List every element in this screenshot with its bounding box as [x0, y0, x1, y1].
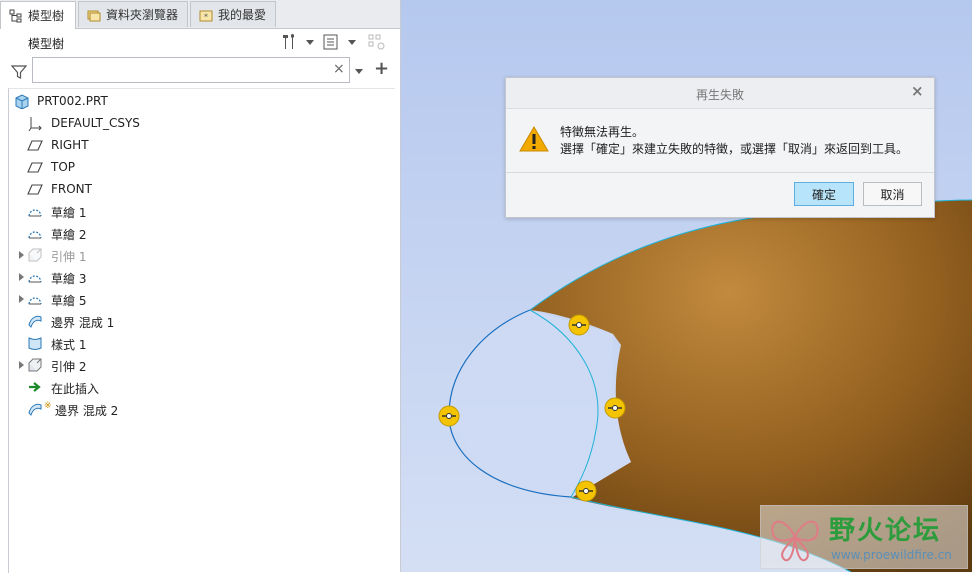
tree-item-label: 在此插入 [51, 382, 100, 396]
sketch-icon [28, 297, 42, 305]
style-icon [28, 337, 42, 350]
regeneration-failure-dialog: 再生失敗 × 特徵無法再生。 選擇「確定」來建立失敗的特徵，或選擇「取消」來返回… [505, 77, 935, 218]
ok-button[interactable]: 確定 [794, 182, 854, 206]
tree-item[interactable]: 邊界 混成 1 [9, 310, 389, 332]
expand-arrow-icon[interactable] [19, 361, 24, 369]
sketch-icon [28, 231, 42, 239]
datum-plane-icon [27, 162, 43, 173]
tree-item[interactable]: 草繪 5 [9, 288, 389, 310]
tree-item-label: 邊界 混成 2 [55, 404, 119, 418]
tree-item[interactable]: PRT002.PRT [9, 90, 389, 112]
clear-icon[interactable]: × [333, 62, 345, 76]
tree-item[interactable]: 引伸 2 [9, 354, 389, 376]
watermark-url: www.proewildfire.cn [831, 548, 952, 562]
list-icon[interactable] [322, 33, 340, 51]
model-tree-panel: 模型樹 資料夾瀏覽器 * 我的最愛 模型樹 × + PRT002.PRT DEF… [0, 0, 401, 573]
tree-item-label: TOP [51, 160, 76, 174]
butterfly-logo-icon [771, 520, 819, 562]
insert-here-icon [29, 382, 41, 392]
extrude-icon [28, 248, 42, 262]
dialog-divider [506, 172, 934, 173]
tree-item[interactable]: TOP [9, 156, 389, 178]
tree-item-label: 引伸 1 [51, 250, 87, 264]
tree-item-label: 引伸 2 [51, 360, 87, 374]
search-input[interactable] [32, 57, 350, 83]
filter-icon[interactable] [11, 64, 27, 80]
tree-toolbar: 模型樹 [0, 28, 400, 56]
sketch-icon [28, 209, 42, 217]
drag-handle[interactable] [568, 314, 590, 336]
tree-item[interactable]: 在此插入 [9, 376, 389, 398]
drag-handle[interactable] [604, 397, 626, 419]
datum-plane-icon [27, 140, 43, 151]
tree-item[interactable]: ※ 邊界 混成 2 [9, 398, 389, 420]
tree-item-label: 草繪 5 [51, 294, 87, 308]
tab-model-tree[interactable]: 模型樹 [0, 1, 76, 29]
tree-icon [9, 9, 22, 22]
tree-filter-icon[interactable] [368, 33, 386, 51]
add-icon[interactable]: + [374, 60, 389, 78]
tools-icon[interactable] [280, 33, 298, 51]
drag-handle[interactable] [575, 480, 597, 502]
part-icon [15, 94, 29, 109]
tab-favorites[interactable]: * 我的最愛 [190, 1, 276, 27]
tree-item-label: 邊界 混成 1 [51, 316, 115, 330]
search-row: × + [0, 56, 400, 86]
tab-folder-browser[interactable]: 資料夾瀏覽器 [78, 1, 188, 27]
drag-handle[interactable] [438, 405, 460, 427]
cancel-button[interactable]: 取消 [863, 182, 922, 206]
csys-icon [28, 117, 42, 131]
dialog-message-line1: 特徵無法再生。 [560, 125, 645, 139]
tab-label: 資料夾瀏覽器 [106, 8, 179, 22]
svg-text:*: * [204, 12, 208, 21]
show-dropdown-arrow[interactable] [348, 40, 356, 45]
failed-marker-icon: ※ [44, 401, 52, 411]
close-icon[interactable]: × [911, 84, 924, 99]
tree-item-label: PRT002.PRT [37, 94, 108, 108]
expand-arrow-icon[interactable] [19, 251, 24, 259]
tree-item-label: 樣式 1 [51, 338, 87, 352]
tree-item-label: 草繪 1 [51, 206, 87, 220]
tab-label: 我的最愛 [218, 8, 267, 22]
dialog-title: 再生失敗 [695, 88, 744, 102]
settings-dropdown-arrow[interactable] [306, 40, 314, 45]
warning-icon [519, 126, 549, 152]
tree-item[interactable]: 樣式 1 [9, 332, 389, 354]
tree-item-label: 草繪 3 [51, 272, 87, 286]
blend-opening [450, 310, 631, 498]
tab-label: 模型樹 [28, 9, 65, 23]
tree-item-label: RIGHT [51, 138, 89, 152]
model-tree: PRT002.PRT DEFAULT_CSYS RIGHT TOP FRONT 草繪 1 草… [8, 88, 395, 573]
datum-plane-icon [27, 184, 43, 195]
tree-item[interactable]: 引伸 1 [9, 244, 389, 266]
tree-item[interactable]: 草繪 2 [9, 222, 389, 244]
dialog-message-line2: 選擇「確定」來建立失敗的特徵，或選擇「取消」來返回到工具。 [560, 142, 909, 156]
sketch-icon [28, 275, 42, 283]
boundary-blend-failed-icon [28, 403, 42, 416]
boundary-blend-icon [28, 315, 42, 328]
tree-item-label: DEFAULT_CSYS [51, 116, 140, 130]
tree-item-label: FRONT [51, 182, 92, 196]
tree-item[interactable]: RIGHT [9, 134, 389, 156]
panel-title: 模型樹 [28, 37, 65, 51]
extrude-icon [28, 358, 42, 372]
tree-item[interactable]: FRONT [9, 178, 389, 200]
dialog-titlebar: 再生失敗 × [506, 78, 934, 109]
tree-item[interactable]: 草繪 1 [9, 200, 389, 222]
favorites-icon: * [199, 10, 213, 21]
tree-item[interactable]: DEFAULT_CSYS [9, 112, 389, 134]
panel-tabs: 模型樹 資料夾瀏覽器 * 我的最愛 [0, 0, 400, 29]
tree-item-label: 草繪 2 [51, 228, 87, 242]
watermark-title: 野火论坛 [829, 516, 942, 546]
forum-watermark: 野火论坛 www.proewildfire.cn [760, 505, 968, 569]
search-options-arrow[interactable] [355, 69, 363, 74]
tree-item[interactable]: 草繪 3 [9, 266, 389, 288]
expand-arrow-icon[interactable] [19, 273, 24, 281]
expand-arrow-icon[interactable] [19, 295, 24, 303]
folder-icon [87, 10, 101, 21]
